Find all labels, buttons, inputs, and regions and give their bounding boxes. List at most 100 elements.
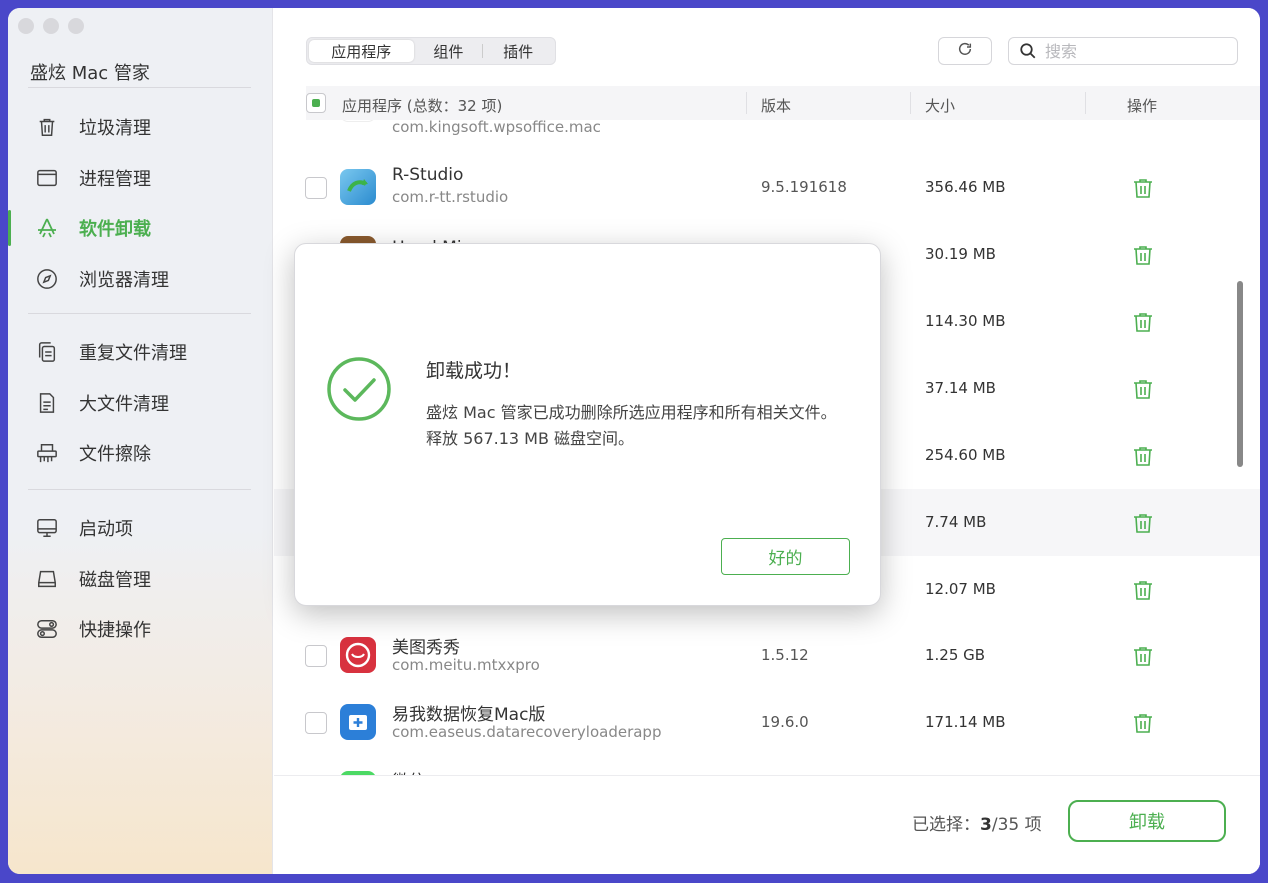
document-icon xyxy=(35,391,59,415)
monitor-icon xyxy=(35,516,59,540)
tab-components[interactable]: 组件 xyxy=(414,40,484,62)
app-version: 1.5.12 xyxy=(761,646,809,664)
tab-segment: 应用程序 组件 插件 xyxy=(306,37,556,65)
app-title: 盛炫 Mac 管家 xyxy=(30,63,150,84)
column-header-version[interactable]: 版本 xyxy=(761,95,791,116)
compass-icon xyxy=(35,267,59,291)
app-bundle-id: com.kingsoft.wpsoffice.mac xyxy=(392,120,601,136)
sidebar-divider xyxy=(28,489,251,490)
row-checkbox[interactable] xyxy=(305,177,327,199)
app-size: 254.60 MB xyxy=(925,446,1006,464)
trash-icon[interactable] xyxy=(1131,711,1155,735)
table-row[interactable]: R-Studio com.r-tt.rstudio 9.5.191618 356… xyxy=(274,154,1260,221)
sidebar-item-uninstall[interactable]: 软件卸载 xyxy=(8,208,273,248)
meitu-app-icon xyxy=(340,637,376,673)
search-icon xyxy=(1019,42,1037,60)
app-size: 114.30 MB xyxy=(925,312,1006,330)
zoom-window-button[interactable] xyxy=(68,18,84,34)
trash-icon[interactable] xyxy=(1131,511,1155,535)
sidebar-item-label: 重复文件清理 xyxy=(79,343,187,364)
row-checkbox[interactable] xyxy=(305,712,327,734)
sidebar-divider xyxy=(28,313,251,314)
app-size: 12.07 MB xyxy=(925,580,996,598)
trash-icon[interactable] xyxy=(1131,243,1155,267)
app-name: 易我数据恢复Mac版 xyxy=(392,705,546,725)
disk-icon xyxy=(35,567,59,591)
sidebar-item-label: 大文件清理 xyxy=(79,394,169,415)
dialog-message: 盛炫 Mac 管家已成功删除所选应用程序和所有相关文件。释放 567.13 MB… xyxy=(426,403,837,448)
sidebar-item-startup[interactable]: 启动项 xyxy=(8,508,273,548)
app-size: 7.74 MB xyxy=(925,513,987,531)
trash-icon[interactable] xyxy=(1131,377,1155,401)
trash-icon[interactable] xyxy=(1131,578,1155,602)
sidebar-item-file-erase[interactable]: 文件擦除 xyxy=(8,433,273,473)
selection-prefix: 已选择： xyxy=(912,815,980,835)
toggle-icon xyxy=(35,617,59,641)
rstudio-app-icon xyxy=(340,169,376,205)
easeus-app-icon xyxy=(340,704,376,740)
sidebar-item-quick-actions[interactable]: 快捷操作 xyxy=(8,609,273,649)
table-row[interactable]: 微信 xyxy=(274,756,1260,775)
uninstall-button[interactable]: 卸载 xyxy=(1068,800,1226,842)
trash-icon[interactable] xyxy=(1131,444,1155,468)
sidebar-item-label: 浏览器清理 xyxy=(79,270,169,291)
refresh-button[interactable] xyxy=(938,37,992,65)
app-bundle-id: com.r-tt.rstudio xyxy=(392,188,509,206)
select-all-checkbox[interactable] xyxy=(306,93,326,113)
column-header-action: 操作 xyxy=(1127,97,1158,115)
app-size: 356.46 MB xyxy=(925,178,1006,196)
sidebar-item-label: 文件擦除 xyxy=(79,444,151,465)
table-row[interactable]: W com.kingsoft.wpsoffice.mac xyxy=(274,120,1260,138)
column-divider xyxy=(1085,92,1086,114)
trash-icon[interactable] xyxy=(1131,310,1155,334)
table-header: 应用程序 (总数：32 项) 版本 大小 操作 xyxy=(306,86,1260,120)
sidebar-item-label: 磁盘管理 xyxy=(79,570,151,591)
app-name: 美图秀秀 xyxy=(392,638,460,658)
app-size: 171.14 MB xyxy=(925,713,1006,731)
table-row[interactable]: 易我数据恢复Mac版 com.easeus.datarecoveryloader… xyxy=(274,689,1260,756)
sidebar-item-duplicate-files[interactable]: 重复文件清理 xyxy=(8,332,273,372)
app-bundle-id: com.easeus.datarecoveryloaderapp xyxy=(392,723,662,741)
success-dialog: 卸载成功！ 盛炫 Mac 管家已成功删除所选应用程序和所有相关文件。释放 567… xyxy=(294,243,881,606)
trash-icon[interactable] xyxy=(1131,644,1155,668)
app-size: 37.14 MB xyxy=(925,379,996,397)
column-header-name[interactable]: 应用程序 (总数：32 项) xyxy=(342,95,502,116)
sidebar-item-disk[interactable]: 磁盘管理 xyxy=(8,559,273,599)
sidebar-item-label: 启动项 xyxy=(79,519,133,540)
trash-icon[interactable] xyxy=(1131,176,1155,200)
app-name: R-Studio xyxy=(392,165,464,185)
window-icon xyxy=(35,166,59,190)
tab-plugins[interactable]: 插件 xyxy=(483,40,553,62)
column-divider xyxy=(746,92,747,114)
sidebar-item-label: 快捷操作 xyxy=(79,620,151,641)
refresh-icon xyxy=(957,41,973,61)
wps-app-icon: W xyxy=(340,120,376,122)
app-size: 30.19 MB xyxy=(925,245,996,263)
sidebar-item-label: 垃圾清理 xyxy=(79,118,151,139)
app-bundle-id: com.meitu.mtxxpro xyxy=(392,656,540,674)
sidebar-divider xyxy=(28,87,251,88)
column-header-size[interactable]: 大小 xyxy=(925,95,955,116)
close-window-button[interactable] xyxy=(18,18,34,34)
minimize-window-button[interactable] xyxy=(43,18,59,34)
scrollbar[interactable] xyxy=(1237,281,1243,467)
app-name: 微信 xyxy=(392,767,426,775)
search-input[interactable] xyxy=(1045,41,1225,61)
trash-icon xyxy=(35,115,59,139)
tab-applications[interactable]: 应用程序 xyxy=(309,40,414,62)
sidebar-item-browser-clean[interactable]: 浏览器清理 xyxy=(8,259,273,299)
footer-bar: 已选择：3/35 项 卸载 xyxy=(274,775,1260,874)
sidebar-item-label: 进程管理 xyxy=(79,169,151,190)
shredder-icon xyxy=(35,441,59,465)
selection-number: 3 xyxy=(980,815,992,835)
ok-button[interactable]: 好的 xyxy=(721,538,850,575)
sidebar-item-large-files[interactable]: 大文件清理 xyxy=(8,383,273,423)
row-checkbox[interactable] xyxy=(305,645,327,667)
table-row[interactable]: 美图秀秀 com.meitu.mtxxpro 1.5.12 1.25 GB xyxy=(274,622,1260,689)
column-divider xyxy=(910,92,911,114)
dialog-title: 卸载成功！ xyxy=(426,360,522,382)
sidebar-item-junk-clean[interactable]: 垃圾清理 xyxy=(8,107,273,147)
sidebar-item-process[interactable]: 进程管理 xyxy=(8,158,273,198)
app-version: 9.5.191618 xyxy=(761,178,847,196)
app-store-icon xyxy=(35,216,59,240)
